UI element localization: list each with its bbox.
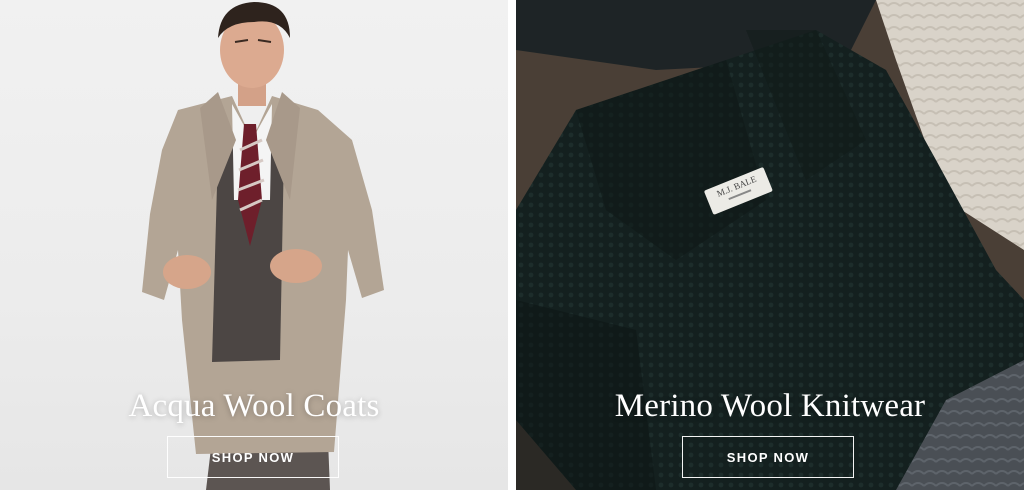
tile-title[interactable]: Merino Wool Knitwear	[516, 388, 1024, 425]
category-tile-knitwear[interactable]: M.J. BALE Merino Wool Knitwear SHOP NOW	[516, 0, 1024, 490]
shop-now-button[interactable]: SHOP NOW	[682, 436, 854, 478]
shop-now-button[interactable]: SHOP NOW	[167, 436, 339, 478]
tile-title[interactable]: Acqua Wool Coats	[0, 388, 508, 425]
category-tile-coats[interactable]: Acqua Wool Coats SHOP NOW	[0, 0, 508, 490]
category-grid: Acqua Wool Coats SHOP NOW M.J. BALE Meri…	[0, 0, 1024, 490]
